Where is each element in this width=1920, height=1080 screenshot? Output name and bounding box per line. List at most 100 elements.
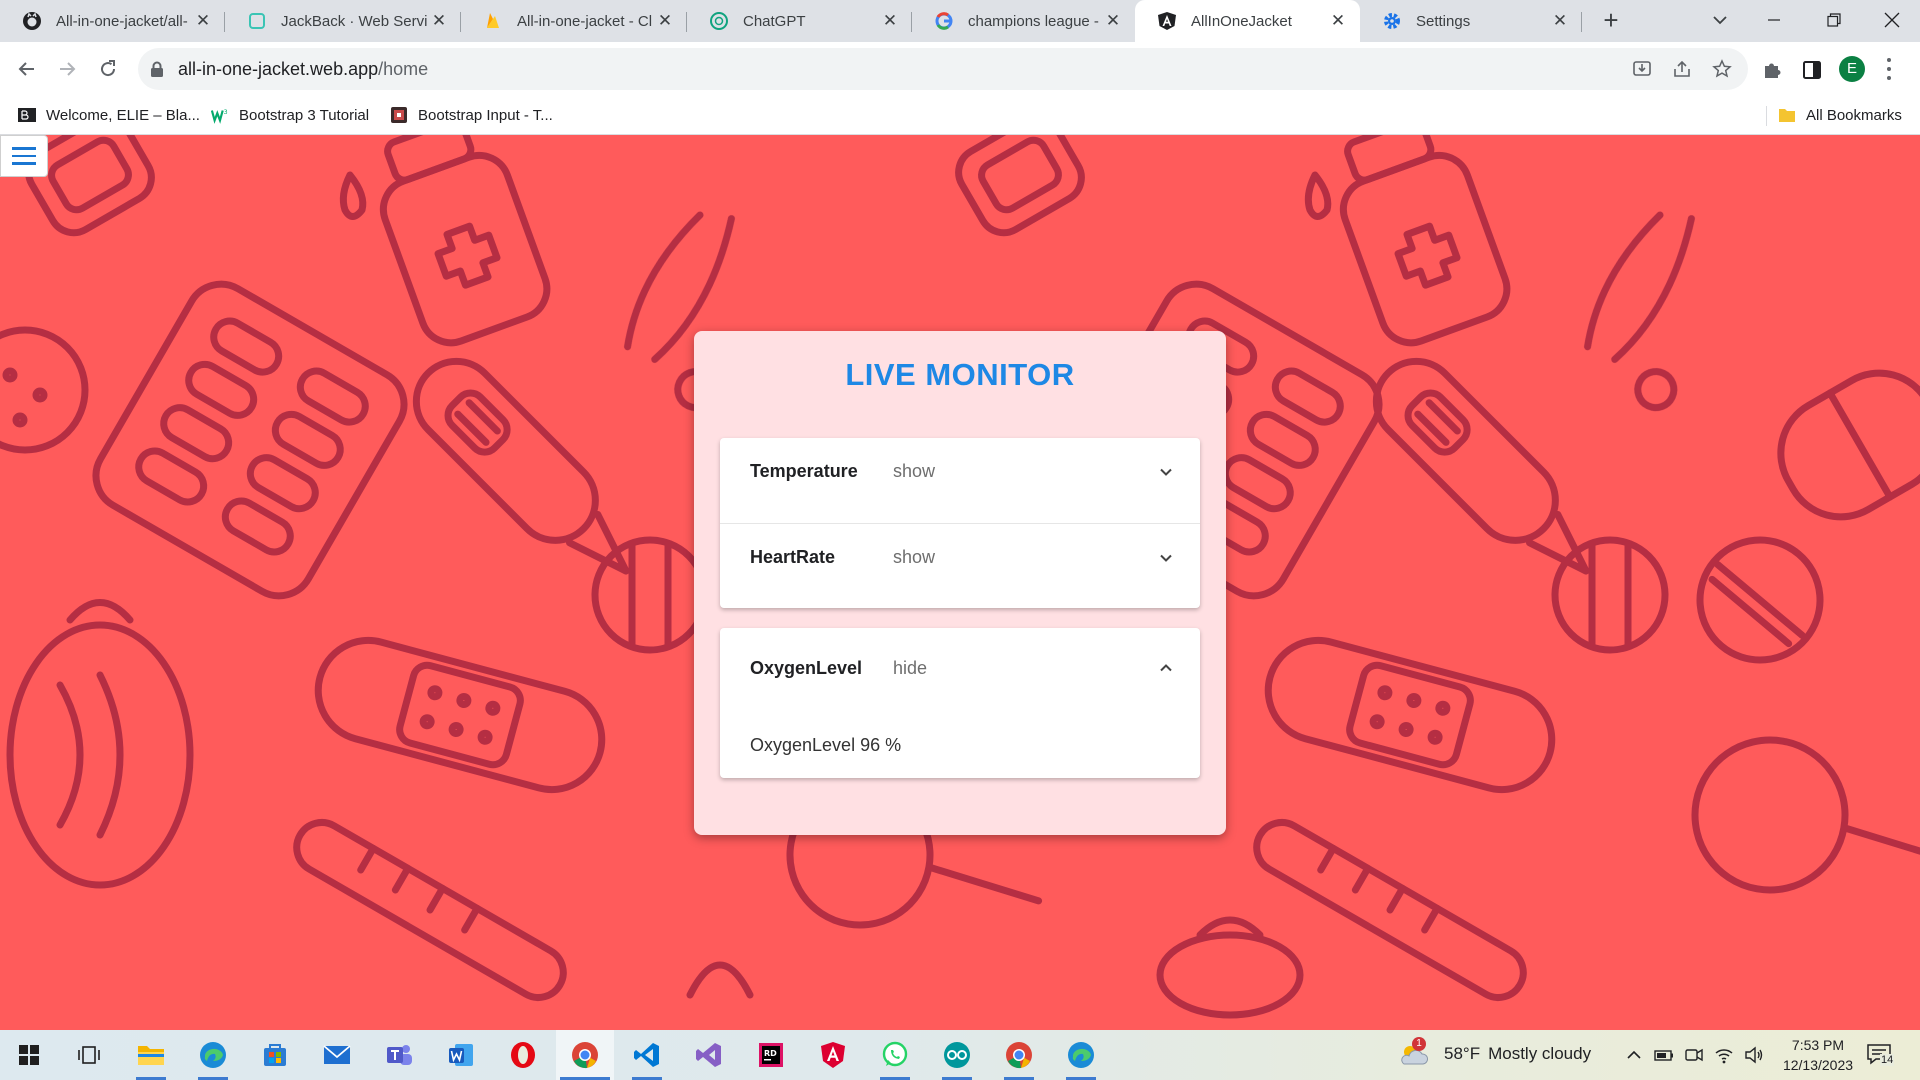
weather-temperature: 58°F	[1444, 1044, 1481, 1063]
close-window-button[interactable]	[1868, 0, 1916, 40]
weather-widget[interactable]: 1 58°F Mostly cloudy	[1398, 1037, 1591, 1066]
all-bookmarks-label: All Bookmarks	[1806, 106, 1902, 124]
task-view-button[interactable]	[60, 1030, 118, 1080]
taskbar-app[interactable]	[432, 1030, 490, 1080]
taskbar-app[interactable]	[804, 1030, 862, 1080]
new-tab-button[interactable]: +	[1598, 7, 1624, 34]
edge-icon	[1068, 1042, 1094, 1068]
close-tab-icon[interactable]: ✕	[1328, 11, 1348, 31]
taskbar-app[interactable]	[990, 1030, 1048, 1080]
tab-title: champions league - G	[968, 12, 1103, 30]
reload-icon	[101, 60, 116, 77]
wifi-icon[interactable]	[1714, 1045, 1734, 1065]
taskbar-app[interactable]	[1052, 1030, 1110, 1080]
notification-count: 14	[1880, 1054, 1895, 1066]
taskbar-app[interactable]	[866, 1030, 924, 1080]
install-app-icon[interactable]	[1632, 59, 1652, 79]
taskbar-app[interactable]	[122, 1030, 180, 1080]
lock-icon[interactable]	[150, 61, 164, 77]
restore-button[interactable]	[1810, 0, 1858, 40]
cloudy-weather-icon: 1	[1398, 1037, 1429, 1066]
minimize-button[interactable]	[1750, 0, 1798, 40]
tab-chatgpt[interactable]: ChatGPT ✕	[687, 0, 912, 42]
taskbar-app[interactable]	[680, 1030, 738, 1080]
close-tab-icon[interactable]: ✕	[429, 11, 449, 31]
windows-start-icon	[19, 1045, 39, 1065]
chevron-up-icon[interactable]	[1624, 1045, 1644, 1065]
taskbar-app[interactable]	[370, 1030, 428, 1080]
taskbar-app[interactable]	[308, 1030, 366, 1080]
microsoft-store-icon	[264, 1044, 286, 1066]
close-icon	[1884, 12, 1900, 28]
tab-title: JackBack · Web Servi	[281, 12, 428, 30]
live-monitor-card: LIVE MONITOR Temperature show HeartRate …	[694, 331, 1226, 835]
expansion-panel-heartrate[interactable]: HeartRate show	[720, 523, 1200, 608]
reading-unit: %	[885, 735, 902, 755]
back-button[interactable]	[12, 54, 42, 84]
visual-studio-icon	[696, 1043, 721, 1067]
battery-icon[interactable]	[1654, 1045, 1674, 1065]
bookmark-item[interactable]: Welcome, ELIE – Bla...	[18, 106, 200, 124]
bookmark-separator	[1766, 106, 1767, 126]
taskbar-app-active[interactable]	[556, 1030, 614, 1080]
notification-center-button[interactable]: 14	[1866, 1042, 1896, 1068]
angular-icon	[821, 1042, 845, 1068]
menu-toggle-button[interactable]	[0, 135, 48, 177]
tab-google-search[interactable]: champions league - G ✕	[912, 0, 1135, 42]
chrome-icon	[1006, 1042, 1032, 1069]
forward-button[interactable]	[52, 54, 82, 84]
taskbar-app[interactable]	[618, 1030, 676, 1080]
arrow-left-icon	[18, 62, 34, 76]
panel-description: show	[893, 547, 936, 567]
close-tab-icon[interactable]: ✕	[193, 11, 213, 31]
bookmark-star-icon[interactable]	[1712, 59, 1732, 79]
tab-settings[interactable]: Settings ✕	[1360, 0, 1582, 42]
reload-button[interactable]	[93, 54, 123, 84]
taskbar-app[interactable]	[184, 1030, 242, 1080]
all-bookmarks-button[interactable]: All Bookmarks	[1778, 106, 1902, 124]
close-tab-icon[interactable]: ✕	[880, 11, 900, 31]
panel-title: OxygenLevel	[750, 658, 863, 678]
close-tab-icon[interactable]: ✕	[1550, 11, 1570, 31]
bookmarks-bar: Welcome, ELIE – Bla... 3 Bootstrap 3 Tut…	[0, 97, 1920, 135]
extensions-icon[interactable]	[1761, 59, 1783, 81]
mail-icon	[323, 1045, 351, 1064]
expansion-panel-oxygenlevel[interactable]: OxygenLevel hide OxygenLevel 96%	[720, 628, 1200, 778]
panel-title: HeartRate	[750, 547, 836, 567]
taskbar-app[interactable]: RD	[742, 1030, 800, 1080]
reading-value: 96	[860, 735, 881, 755]
meet-now-icon[interactable]	[1684, 1045, 1704, 1065]
chrome-icon	[572, 1042, 598, 1069]
taskbar-app[interactable]	[246, 1030, 304, 1080]
volume-icon[interactable]	[1744, 1045, 1764, 1065]
expansion-panel-temperature[interactable]: Temperature show	[720, 438, 1200, 523]
start-button[interactable]	[0, 1030, 58, 1080]
chevron-up-icon[interactable]	[1158, 660, 1174, 676]
profile-avatar[interactable]: E	[1839, 56, 1865, 82]
browser-tab-strip: All-in-one-jacket/all- ✕ JackBack · Web …	[0, 0, 1920, 42]
task-view-icon	[78, 1046, 100, 1064]
bookmark-item[interactable]: Bootstrap Input - T...	[390, 106, 553, 124]
address-bar[interactable]: all-in-one-jacket.web.app/home	[138, 48, 1748, 90]
tab-allinonejacket[interactable]: AllInOneJacket ✕	[1135, 0, 1360, 42]
tab-title: ChatGPT	[743, 12, 806, 30]
bookmark-item[interactable]: 3 Bootstrap 3 Tutorial	[211, 106, 369, 124]
tab-firebase[interactable]: All-in-one-jacket - Cl ✕	[461, 0, 687, 42]
panel-description: show	[893, 461, 936, 481]
tab-title: AllInOneJacket	[1191, 12, 1292, 30]
chevron-down-icon[interactable]	[1158, 464, 1174, 480]
chevron-down-icon[interactable]	[1158, 550, 1174, 566]
tab-search-button[interactable]	[1708, 8, 1732, 32]
share-icon[interactable]	[1672, 59, 1692, 79]
tab-github[interactable]: All-in-one-jacket/all- ✕	[0, 0, 225, 42]
taskbar-app[interactable]	[928, 1030, 986, 1080]
clock-date: 12/13/2023	[1782, 1057, 1854, 1073]
system-clock[interactable]: 7:53 PM 12/13/2023	[1782, 1035, 1854, 1075]
tab-jackback[interactable]: JackBack · Web Servi ✕	[225, 0, 461, 42]
side-panel-icon[interactable]	[1801, 59, 1823, 81]
close-tab-icon[interactable]: ✕	[655, 11, 675, 31]
close-tab-icon[interactable]: ✕	[1103, 11, 1123, 31]
browser-menu-icon[interactable]	[1886, 56, 1892, 82]
taskbar-app[interactable]	[494, 1030, 552, 1080]
bookmark-site-icon	[390, 106, 408, 124]
